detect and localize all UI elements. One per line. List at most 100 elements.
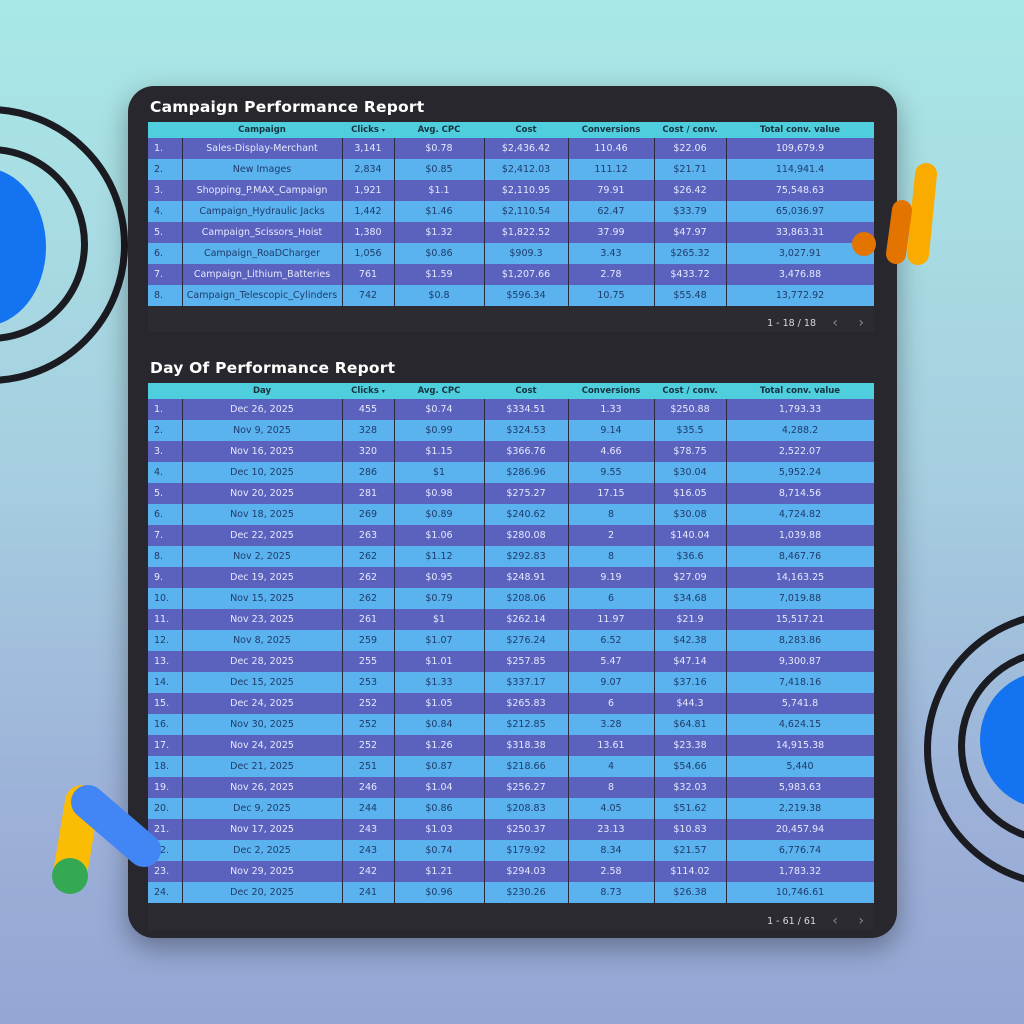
day-cell: 5. [148,483,183,504]
campaign-header-6[interactable]: Total conv. value [726,122,874,138]
day-cell: $21.9 [654,609,727,630]
campaign-cell: 111.12 [568,159,655,180]
campaign-table-row[interactable]: 7. Campaign_Lithium_Batteries 761 $1.59 $1,2… [148,264,874,285]
day-table-row[interactable]: 6. Nov 18, 2025 269 $0.89 $240.62 8 $30.08 4,72… [148,504,874,525]
day-table-row[interactable]: 8. Nov 2, 2025 262 $1.12 $292.83 8 $36.6 8,467.… [148,546,874,567]
day-table-row[interactable]: 10. Nov 15, 2025 262 $0.79 $208.06 6 $34.68 7,0… [148,588,874,609]
day-table-row[interactable]: 9. Dec 19, 2025 262 $0.95 $248.91 9.19 $27.09 1… [148,567,874,588]
day-cell: 255 [342,651,395,672]
campaign-cell: $0.86 [394,243,485,264]
day-cell: 23.13 [568,819,655,840]
day-cell: 3.28 [568,714,655,735]
day-cell: $1.33 [394,672,485,693]
campaign-table-row[interactable]: 1. Sales-Display-Merchant 3,141 $0.78 $2,436… [148,138,874,159]
day-table-row[interactable]: 2. Nov 9, 2025 328 $0.99 $324.53 9.14 $35.5 4,2… [148,420,874,441]
day-cell: 8,283.86 [726,630,874,651]
day-table-row[interactable]: 5. Nov 20, 2025 281 $0.98 $275.27 17.15 $16.05… [148,483,874,504]
campaign-cell: Campaign_Telescopic_Cylinders [182,285,343,306]
day-table-row[interactable]: 19. Nov 26, 2025 246 $1.04 $256.27 8 $32.03 5,9… [148,777,874,798]
day-cell: 2. [148,420,183,441]
day-cell: 1,783.32 [726,861,874,882]
campaign-header-4[interactable]: Conversions [568,122,654,138]
day-cell: 1,793.33 [726,399,874,420]
campaign-header-0[interactable]: Campaign [182,122,342,138]
chevron-left-icon[interactable]: ‹ [832,913,838,929]
day-header-5[interactable]: Cost / conv. [654,383,726,399]
chevron-right-icon[interactable]: › [858,315,864,331]
day-cell: $256.27 [484,777,569,798]
day-table-row[interactable]: 18. Dec 21, 2025 251 $0.87 $218.66 4 $54.66 5,4… [148,756,874,777]
day-cell: Dec 24, 2025 [182,693,343,714]
day-header-4[interactable]: Conversions [568,383,654,399]
campaign-cell: $0.85 [394,159,485,180]
day-table-row[interactable]: 24. Dec 20, 2025 241 $0.96 $230.26 8.73 $26.38… [148,882,874,903]
day-table-row[interactable]: 16. Nov 30, 2025 252 $0.84 $212.85 3.28 $64.81… [148,714,874,735]
day-cell: 281 [342,483,395,504]
day-table-row[interactable]: 3. Nov 16, 2025 320 $1.15 $366.76 4.66 $78.75 2… [148,441,874,462]
campaign-header-5[interactable]: Cost / conv. [654,122,726,138]
campaign-table-row[interactable]: 8. Campaign_Telescopic_Cylinders 742 $0.8 $5… [148,285,874,306]
chevron-left-icon[interactable]: ‹ [832,315,838,331]
day-table-row[interactable]: 23. Nov 29, 2025 242 $1.21 $294.03 2.58 $114.0… [148,861,874,882]
day-cell: 14,163.25 [726,567,874,588]
day-cell: 2,219.38 [726,798,874,819]
campaign-cell: Campaign_Lithium_Batteries [182,264,343,285]
day-table-row[interactable]: 4. Dec 10, 2025 286 $1 $286.96 9.55 $30.04 5,95… [148,462,874,483]
day-cell: 243 [342,840,395,861]
campaign-cell: 10.75 [568,285,655,306]
google-ads-logo [52,785,161,894]
campaign-cell: 2.78 [568,264,655,285]
day-table-row[interactable]: 11. Nov 23, 2025 261 $1 $262.14 11.97 $21.9 15,… [148,609,874,630]
day-cell: 5.47 [568,651,655,672]
day-cell: 244 [342,798,395,819]
campaign-table-row[interactable]: 2. New Images 2,834 $0.85 $2,412.03 111.12 $21… [148,159,874,180]
campaign-header-1[interactable]: Clicks ▾ [342,122,394,138]
campaign-cell: 62.47 [568,201,655,222]
day-cell: 8,714.56 [726,483,874,504]
campaign-cell: 3. [148,180,183,201]
day-cell: Nov 30, 2025 [182,714,343,735]
day-cell: $0.86 [394,798,485,819]
day-table-row[interactable]: 22. Dec 2, 2025 243 $0.74 $179.92 8.34 $21.57 6… [148,840,874,861]
day-cell: $0.84 [394,714,485,735]
campaign-cell: $909.3 [484,243,569,264]
day-table-row[interactable]: 13. Dec 28, 2025 255 $1.01 $257.85 5.47 $47.14… [148,651,874,672]
day-header-1[interactable]: Clicks ▾ [342,383,394,399]
campaign-cell: $33.79 [654,201,727,222]
campaign-header-2[interactable]: Avg. CPC [394,122,484,138]
campaign-header-3[interactable]: Cost [484,122,568,138]
day-table-row[interactable]: 1. Dec 26, 2025 455 $0.74 $334.51 1.33 $250.88… [148,399,874,420]
day-table-row[interactable]: 14. Dec 15, 2025 253 $1.33 $337.17 9.07 $37.16… [148,672,874,693]
campaign-cell: 1,380 [342,222,395,243]
day-cell: $1.05 [394,693,485,714]
day-header-0[interactable]: Day [182,383,342,399]
campaign-table-row[interactable]: 5. Campaign_Scissors_Hoist 1,380 $1.32 $1,82… [148,222,874,243]
campaign-cell: 109,679.9 [726,138,874,159]
campaign-table-row[interactable]: 6. Campaign_RoaDCharger 1,056 $0.86 $909.3 3.… [148,243,874,264]
day-cell: 16. [148,714,183,735]
day-table-row[interactable]: 20. Dec 9, 2025 244 $0.86 $208.83 4.05 $51.62 2… [148,798,874,819]
day-table-row[interactable]: 12. Nov 8, 2025 259 $1.07 $276.24 6.52 $42.38 8… [148,630,874,651]
day-header-2[interactable]: Avg. CPC [394,383,484,399]
day-table-row[interactable]: 15. Dec 24, 2025 252 $1.05 $265.83 6 $44.3 5,74… [148,693,874,714]
day-table-row[interactable]: 7. Dec 22, 2025 263 $1.06 $280.08 2 $140.04 1,0… [148,525,874,546]
chevron-right-icon[interactable]: › [858,913,864,929]
campaign-table-row[interactable]: 4. Campaign_Hydraulic Jacks 1,442 $1.46 $2,1… [148,201,874,222]
day-cell: 8 [568,546,655,567]
day-cell: $286.96 [484,462,569,483]
campaign-table-row[interactable]: 3. Shopping_P.MAX_Campaign 1,921 $1.1 $2,110… [148,180,874,201]
day-cell: 251 [342,756,395,777]
campaign-cell: $2,412.03 [484,159,569,180]
day-table-row[interactable]: 17. Nov 24, 2025 252 $1.26 $318.38 13.61 $23.3… [148,735,874,756]
day-header-3[interactable]: Cost [484,383,568,399]
day-header-6[interactable]: Total conv. value [726,383,874,399]
campaign-cell: $265.32 [654,243,727,264]
day-cell: 7. [148,525,183,546]
day-cell: Dec 22, 2025 [182,525,343,546]
campaign-cell: Campaign_Hydraulic Jacks [182,201,343,222]
campaign-cell: 1,056 [342,243,395,264]
day-cell: 5,741.8 [726,693,874,714]
day-cell: $334.51 [484,399,569,420]
day-table-row[interactable]: 21. Nov 17, 2025 243 $1.03 $250.37 23.13 $10.8… [148,819,874,840]
day-cell: $35.5 [654,420,727,441]
